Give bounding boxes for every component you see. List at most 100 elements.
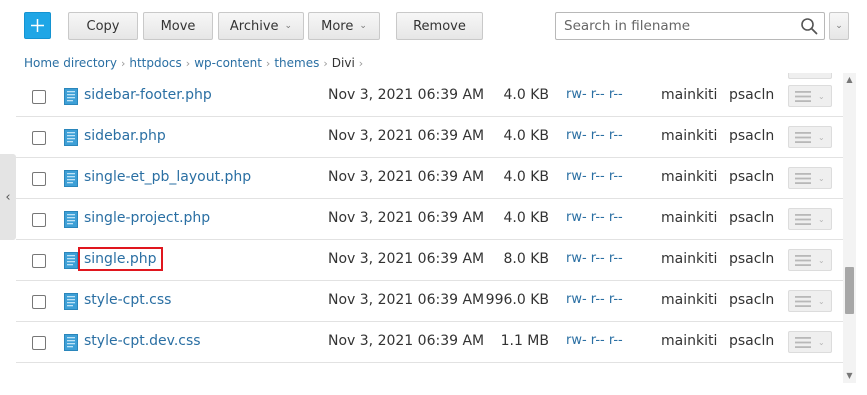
breadcrumb: Home directory › httpdocs › wp-content ›… xyxy=(24,56,367,70)
file-size: 1.1 MB xyxy=(500,333,549,349)
more-button-label: More xyxy=(321,18,354,34)
scrollbar[interactable]: ▲ ▼ xyxy=(843,73,856,383)
copy-button[interactable]: Copy xyxy=(68,12,138,40)
file-row[interactable]: style-cpt.dev.css Nov 3, 2021 06:39 AM 1.1… xyxy=(16,322,843,363)
file-modified-date: Nov 3, 2021 06:39 AM xyxy=(328,128,485,144)
chevron-down-icon: ⌄ xyxy=(284,21,293,31)
scroll-up-arrow-icon[interactable]: ▲ xyxy=(843,73,856,87)
file-permissions-link[interactable]: rw- r-- r-- xyxy=(566,251,623,266)
file-modified-date: Nov 3, 2021 06:39 AM xyxy=(328,169,485,185)
file-row[interactable]: sidebar.php Nov 3, 2021 06:39 AM 4.0 KB rw-… xyxy=(16,117,843,158)
file-list: sidebar-footer.php Nov 3, 2021 06:39 AM 4.… xyxy=(16,73,843,383)
row-menu-button[interactable]: ⌄ xyxy=(788,249,832,271)
row-menu-button[interactable]: ⌄ xyxy=(788,167,832,189)
file-name-link[interactable]: style-cpt.dev.css xyxy=(84,333,201,349)
magnifier-icon[interactable] xyxy=(800,17,818,35)
row-menu-button[interactable]: ⌄ xyxy=(788,208,832,230)
hamburger-icon xyxy=(795,254,811,266)
row-checkbox[interactable] xyxy=(32,213,46,227)
breadcrumb-wp-content[interactable]: wp-content xyxy=(194,56,262,70)
breadcrumb-httpdocs[interactable]: httpdocs xyxy=(129,56,181,70)
archive-button[interactable]: Archive ⌄ xyxy=(218,12,304,40)
row-checkbox[interactable] xyxy=(32,295,46,309)
file-row[interactable]: style-cpt.css Nov 3, 2021 06:39 AM 996.0 K… xyxy=(16,281,843,322)
file-icon xyxy=(64,129,78,146)
file-row[interactable]: single-project.php Nov 3, 2021 06:39 AM 4.… xyxy=(16,199,843,240)
row-checkbox[interactable] xyxy=(32,131,46,145)
add-button[interactable] xyxy=(24,12,51,39)
file-name-link[interactable]: single-et_pb_layout.php xyxy=(84,169,251,185)
row-checkbox[interactable] xyxy=(32,90,46,104)
file-owner-group: psacln xyxy=(729,210,775,226)
remove-button[interactable]: Remove xyxy=(396,12,483,40)
file-modified-date: Nov 3, 2021 06:39 AM xyxy=(328,251,485,267)
file-permissions-link[interactable]: rw- r-- r-- xyxy=(566,292,623,307)
breadcrumb-themes[interactable]: themes xyxy=(274,56,319,70)
row-menu-button[interactable]: ⌄ xyxy=(788,126,832,148)
hamburger-icon xyxy=(795,295,811,307)
chevron-down-icon: ⌄ xyxy=(818,337,825,347)
move-button[interactable]: Move xyxy=(143,12,213,40)
plus-icon xyxy=(31,19,44,32)
chevron-down-icon: ⌄ xyxy=(835,21,843,31)
archive-button-label: Archive xyxy=(229,18,279,34)
search-options-dropdown[interactable]: ⌄ xyxy=(829,12,849,40)
file-modified-date: Nov 3, 2021 06:39 AM xyxy=(328,333,485,349)
file-permissions-link[interactable]: rw- r-- r-- xyxy=(566,87,623,102)
chevron-down-icon: ⌄ xyxy=(818,91,825,101)
file-owner-user: mainkiti xyxy=(661,87,718,103)
hamburger-icon xyxy=(795,213,811,225)
file-name-link[interactable]: single.php xyxy=(78,247,163,271)
row-menu-button[interactable]: ⌄ xyxy=(788,85,832,107)
more-button[interactable]: More ⌄ xyxy=(308,12,380,40)
file-modified-date: Nov 3, 2021 06:39 AM xyxy=(328,87,485,103)
breadcrumb-separator: › xyxy=(185,56,191,70)
file-name-link[interactable]: sidebar-footer.php xyxy=(84,87,212,103)
file-modified-date: Nov 3, 2021 06:39 AM xyxy=(328,292,485,308)
file-size: 996.0 KB xyxy=(485,292,549,308)
file-name-link[interactable]: sidebar.php xyxy=(84,128,166,144)
file-permissions-link[interactable]: rw- r-- r-- xyxy=(566,210,623,225)
toolbar: Copy Move Archive ⌄ More ⌄ Remove ⌄ xyxy=(0,12,867,42)
hamburger-icon xyxy=(795,172,811,184)
search-input[interactable] xyxy=(556,13,786,39)
row-checkbox[interactable] xyxy=(32,172,46,186)
file-owner-group: psacln xyxy=(729,128,775,144)
row-menu-button[interactable]: ⌄ xyxy=(788,290,832,312)
row-checkbox[interactable] xyxy=(32,254,46,268)
row-checkbox[interactable] xyxy=(32,336,46,350)
file-row[interactable]: single-et_pb_layout.php Nov 3, 2021 06:39… xyxy=(16,158,843,199)
file-permissions-link[interactable]: rw- r-- r-- xyxy=(566,169,623,184)
file-icon xyxy=(64,252,78,269)
file-owner-user: mainkiti xyxy=(661,169,718,185)
file-icon xyxy=(64,170,78,187)
file-owner-group: psacln xyxy=(729,333,775,349)
file-row[interactable]: sidebar-footer.php Nov 3, 2021 06:39 AM 4.… xyxy=(16,76,843,117)
file-name-link[interactable]: style-cpt.css xyxy=(84,292,171,308)
chevron-down-icon: ⌄ xyxy=(818,255,825,265)
breadcrumb-separator: › xyxy=(265,56,271,70)
file-owner-group: psacln xyxy=(729,169,775,185)
row-menu-button[interactable]: ⌄ xyxy=(788,331,832,353)
chevron-down-icon: ⌄ xyxy=(818,173,825,183)
file-size: 4.0 KB xyxy=(503,210,550,226)
breadcrumb-home-directory[interactable]: Home directory xyxy=(24,56,117,70)
file-name-link[interactable]: single-project.php xyxy=(84,210,210,226)
search-box xyxy=(555,12,825,40)
chevron-left-icon: ‹ xyxy=(5,189,11,205)
breadcrumb-separator: › xyxy=(358,56,364,70)
file-size: 8.0 KB xyxy=(503,251,550,267)
scrollbar-thumb[interactable] xyxy=(845,267,854,314)
file-icon xyxy=(64,88,78,105)
scroll-down-arrow-icon[interactable]: ▼ xyxy=(843,369,856,383)
file-permissions-link[interactable]: rw- r-- r-- xyxy=(566,128,623,143)
file-owner-group: psacln xyxy=(729,251,775,267)
file-owner-group: psacln xyxy=(729,87,775,103)
remove-button-label: Remove xyxy=(413,18,466,34)
file-icon xyxy=(64,211,78,228)
side-panel-toggle[interactable]: ‹ xyxy=(0,154,16,240)
file-permissions-link[interactable]: rw- r-- r-- xyxy=(566,333,623,348)
file-row[interactable]: single.php Nov 3, 2021 06:39 AM 8.0 KB rw- … xyxy=(16,240,843,281)
file-owner-user: mainkiti xyxy=(661,210,718,226)
breadcrumb-divi: Divi xyxy=(331,56,355,70)
